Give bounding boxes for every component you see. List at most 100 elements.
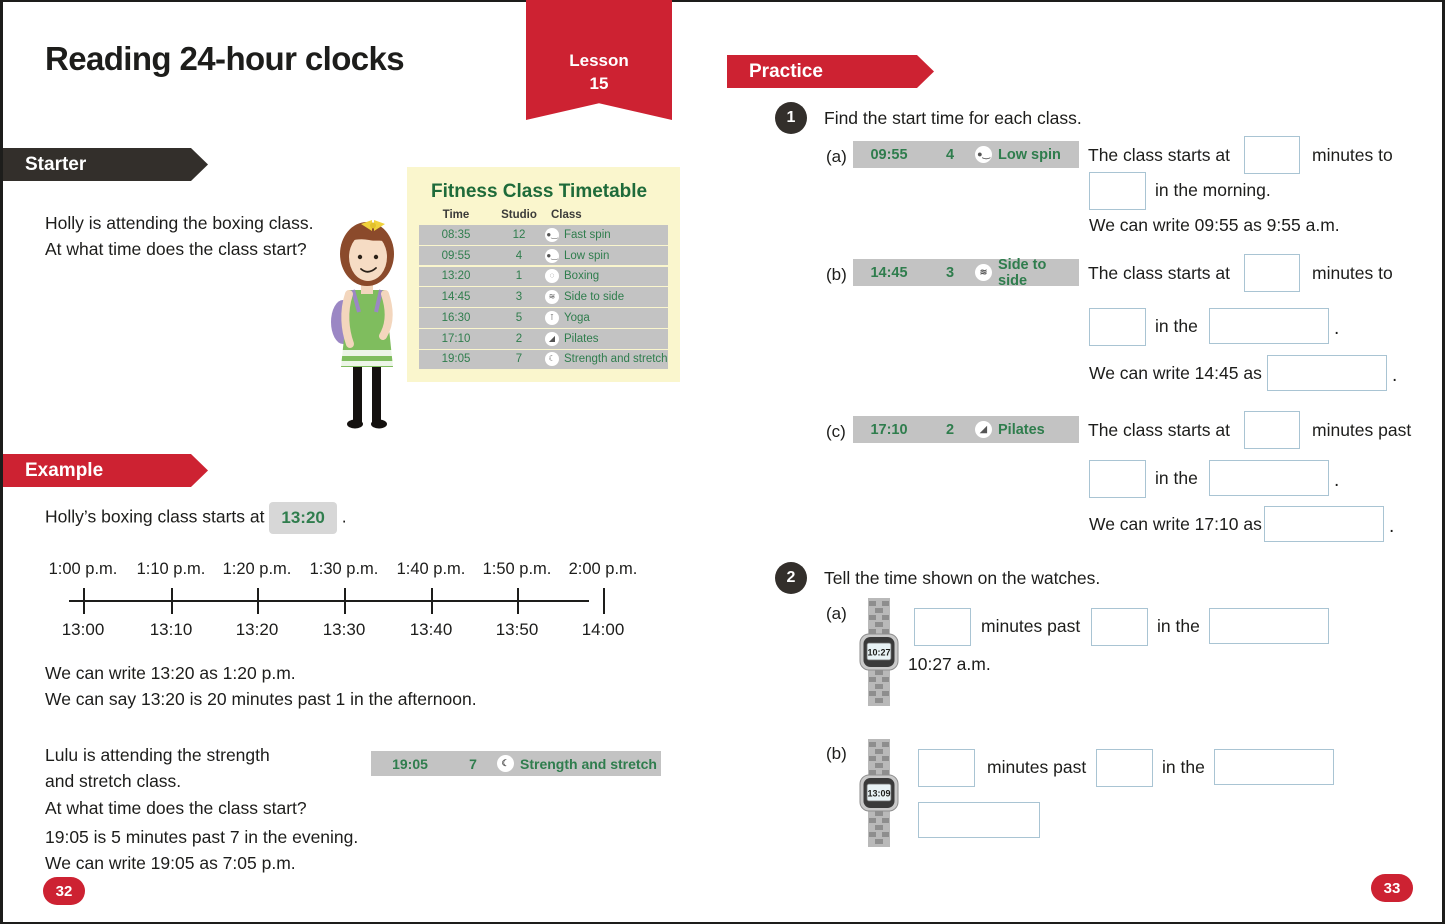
question-2-prompt: Tell the time shown on the watches. (824, 568, 1101, 588)
timeline-bottom-label: 13:40 (409, 620, 453, 639)
timeline-tick (171, 588, 173, 614)
cell-class-label: Low spin (998, 146, 1061, 163)
cell-class: ◢ Pilates (975, 421, 1079, 438)
digital-watch-a: 10:27 (859, 598, 899, 706)
cell-studio: 5 (515, 311, 523, 324)
spin-bike-icon: ●‿ (545, 227, 559, 242)
cell-class-label: Low spin (564, 249, 610, 262)
example-time-chip: 13:20 (269, 502, 337, 534)
cell-studio: 2 (515, 332, 523, 345)
timeline-top-label: 1:20 p.m. (222, 560, 292, 578)
q2-item-b-letter: (b) (826, 744, 847, 763)
cell-studio: 7 (469, 755, 477, 772)
lulu-notes: 19:05 is 5 minutes past 7 in the evening… (45, 824, 545, 877)
pilates-mat-icon: ◢ (975, 421, 992, 438)
q1a-note: We can write 09:55 as 9:55 a.m. (1089, 215, 1340, 235)
practice-banner: Practice (727, 55, 934, 88)
cell-time: 19:05 (441, 353, 471, 366)
q1c-answer-12h[interactable] (1264, 506, 1384, 542)
yoga-pose-icon: ⊺ (545, 310, 559, 325)
q2b-answer-minutes[interactable] (918, 749, 975, 787)
timetable-header-row: Time Studio Class (419, 209, 668, 221)
cell-class-label: Fast spin (564, 228, 611, 241)
cell-class-label: Side to side (998, 256, 1047, 289)
cell-class-label: Side to side (564, 291, 625, 304)
starter-line-1: Holly is attending the boxing class. (45, 213, 314, 233)
spin-bike-icon: ●‿ (975, 146, 992, 163)
timeline-bottom-label: 13:10 (149, 620, 193, 639)
q1c-answer-period[interactable] (1209, 460, 1329, 496)
q1b-tail-text: in the (1155, 316, 1198, 336)
q1b-answer-minutes[interactable] (1244, 254, 1300, 292)
q2b-answer-hour[interactable] (1096, 749, 1153, 787)
q2a-connector-1: minutes past (981, 616, 1081, 636)
timeline-tick (257, 588, 259, 614)
q2b-answer-12h[interactable] (918, 802, 1040, 838)
q1-item-b-row: 14:45 3 ≋ Side to side (853, 257, 1079, 289)
example-intro-before: Holly’s boxing class starts at (45, 506, 265, 527)
q1b-answer-hour[interactable] (1089, 308, 1146, 346)
page-number-left: 32 (43, 877, 85, 905)
table-row: 19:05 7 ☾ Strength and stretch (419, 349, 668, 370)
question-1-prompt: Find the start time for each class. (824, 108, 1082, 128)
question-number-2: 2 (775, 562, 807, 594)
stretch-icon: ☾ (497, 755, 514, 772)
starter-banner-label: Starter (25, 153, 87, 175)
timeline-bottom-label: 14:00 (581, 620, 625, 639)
q2a-answer-hour[interactable] (1091, 608, 1148, 646)
q1a-answer-hour[interactable] (1089, 172, 1146, 210)
timeline-bottom-label: 13:20 (235, 620, 279, 639)
table-row: 16:30 5 ⊺ Yoga (419, 308, 668, 328)
timeline-tick (517, 588, 519, 614)
q1c-answer-minutes[interactable] (1244, 411, 1300, 449)
q2a-answer-minutes[interactable] (914, 608, 971, 646)
cell-time: 17:10 (441, 332, 471, 345)
lulu-note-1: 19:05 is 5 minutes past 7 in the evening… (45, 827, 359, 847)
q2a-answer-period[interactable] (1209, 608, 1329, 644)
timeline-top-label: 2:00 p.m. (568, 560, 638, 578)
cell-class-label: Yoga (564, 311, 590, 324)
textbook-spread: Reading 24-hour clocks Lesson 15 Starter… (0, 0, 1445, 924)
side-to-side-icon: ≋ (975, 264, 992, 281)
q1b-note-lead: We can write 14:45 as (1089, 363, 1262, 383)
cell-class: ◢ Pilates (545, 331, 668, 346)
timeline-top-label: 1:50 p.m. (482, 560, 552, 578)
table-row: 08:35 12 ●‿ Fast spin (419, 225, 668, 245)
q1b-answer-12h[interactable] (1267, 355, 1387, 391)
timeline-tick (83, 588, 85, 614)
cell-time: 19:05 (392, 755, 428, 772)
starter-banner: Starter (3, 148, 208, 181)
example-note-1: We can write 13:20 as 1:20 p.m. (45, 663, 296, 683)
page-title: Reading 24-hour clocks (45, 40, 405, 77)
cell-studio: 12 (512, 228, 526, 241)
cell-time: 13:20 (441, 270, 471, 283)
timetable-header-time: Time (442, 209, 470, 221)
q1c-answer-hour[interactable] (1089, 460, 1146, 498)
cell-time: 14:45 (441, 291, 471, 304)
q1-item-c-letter: (c) (826, 422, 846, 441)
left-page: Reading 24-hour clocks Lesson 15 Starter… (3, 0, 715, 922)
cell-class: ≋ Side to side (545, 290, 668, 305)
q2a-connector-2: in the (1157, 616, 1200, 636)
q2-item-a-letter: (a) (826, 604, 847, 623)
example-notes: We can write 13:20 as 1:20 p.m. We can s… (45, 660, 665, 713)
timetable-title: Fitness Class Timetable (431, 181, 648, 202)
cell-class: ◌ Boxing (545, 269, 668, 284)
lulu-line-3: At what time does the class start? (45, 797, 307, 818)
q2b-connector-1: minutes past (987, 757, 1087, 777)
cell-class: ●‿ Low spin (545, 248, 668, 263)
q1-item-a-row: 09:55 4 ●‿ Low spin (853, 141, 1079, 168)
example-banner: Example (3, 454, 208, 487)
q2a-answer-shown: 10:27 a.m. (908, 654, 991, 674)
table-row: 09:55 4 ●‿ Low spin (419, 245, 668, 266)
cell-class-label: Boxing (564, 270, 600, 283)
q1b-answer-period[interactable] (1209, 308, 1329, 344)
practice-banner-label: Practice (749, 60, 823, 82)
cell-class: ☾ Strength and stretch (545, 352, 668, 367)
cell-time: 16:30 (441, 311, 471, 324)
q2b-answer-period[interactable] (1214, 749, 1334, 785)
q1c-tail-text: in the (1155, 468, 1198, 488)
q1a-answer-minutes[interactable] (1244, 136, 1300, 174)
question-number-1: 1 (775, 102, 807, 134)
cell-class: ≋ Side to side (975, 257, 1079, 289)
